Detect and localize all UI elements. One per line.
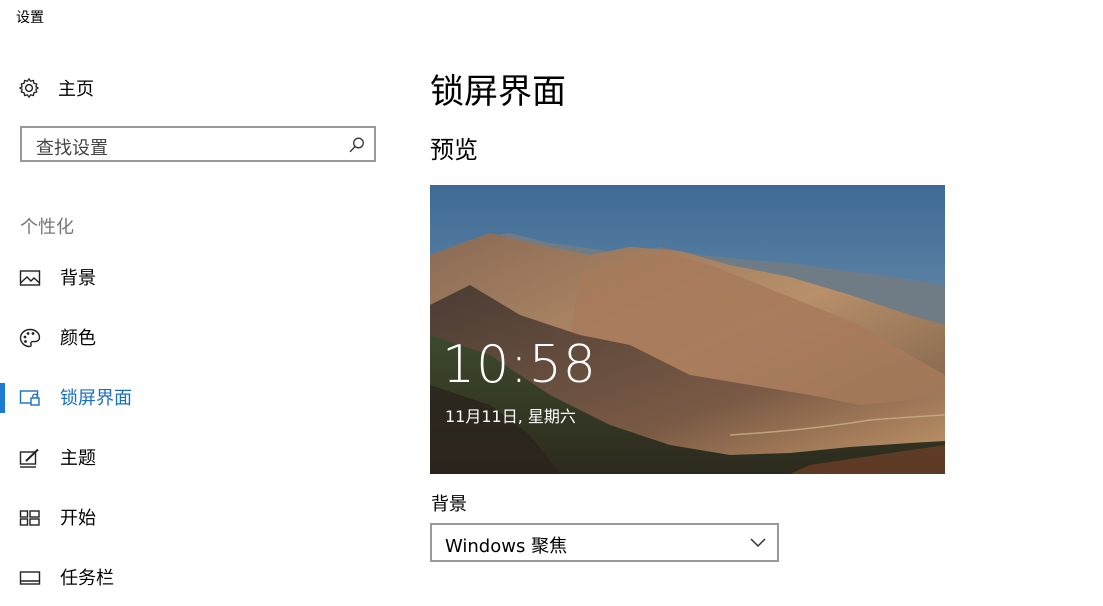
- lock-screen-icon: [19, 390, 40, 406]
- chevron-down-icon: [750, 538, 766, 548]
- sidebar-item-taskbar[interactable]: 任务栏: [0, 563, 400, 593]
- background-dropdown-value: Windows 聚焦: [445, 536, 568, 557]
- active-indicator: [0, 383, 5, 413]
- preview-landscape-image: [430, 185, 945, 474]
- sidebar-item-label: 锁屏界面: [60, 388, 132, 409]
- sidebar-item-background[interactable]: 背景: [0, 263, 400, 293]
- nav-home-label: 主页: [58, 79, 94, 100]
- sidebar-item-start[interactable]: 开始: [0, 503, 400, 533]
- preview-heading: 预览: [430, 136, 478, 164]
- search-input[interactable]: 查找设置: [20, 126, 376, 162]
- sidebar-item-label: 主题: [60, 448, 96, 469]
- preview-clock: 10:58: [442, 335, 597, 395]
- background-label: 背景: [431, 494, 467, 515]
- taskbar-icon: [19, 571, 41, 585]
- start-grid-icon: [19, 510, 40, 526]
- lock-screen-preview: 10:58 11月11日, 星期六: [430, 185, 945, 474]
- search-placeholder: 查找设置: [36, 138, 108, 159]
- sidebar-item-label: 开始: [60, 508, 96, 529]
- picture-icon: [19, 270, 41, 286]
- sidebar-item-themes[interactable]: 主题: [0, 443, 400, 473]
- sidebar-item-colors[interactable]: 颜色: [0, 323, 400, 353]
- search-icon[interactable]: [348, 136, 366, 154]
- sidebar-item-lock-screen[interactable]: 锁屏界面: [0, 383, 400, 413]
- background-dropdown[interactable]: Windows 聚焦: [430, 523, 779, 562]
- preview-date: 11月11日, 星期六: [445, 407, 576, 426]
- sidebar-item-label: 颜色: [60, 328, 96, 349]
- sidebar-item-label: 任务栏: [60, 568, 114, 589]
- sidebar: 主页 查找设置 个性化 背景 颜色 锁屏界面 主题 开始 任务栏: [0, 0, 400, 606]
- theme-pen-icon: [19, 448, 39, 468]
- nav-home[interactable]: 主页: [18, 74, 94, 102]
- page-title: 锁屏界面: [430, 72, 566, 112]
- sidebar-item-label: 背景: [60, 268, 96, 289]
- section-header-personalization: 个性化: [20, 217, 74, 238]
- palette-icon: [19, 328, 41, 348]
- gear-icon: [19, 78, 39, 98]
